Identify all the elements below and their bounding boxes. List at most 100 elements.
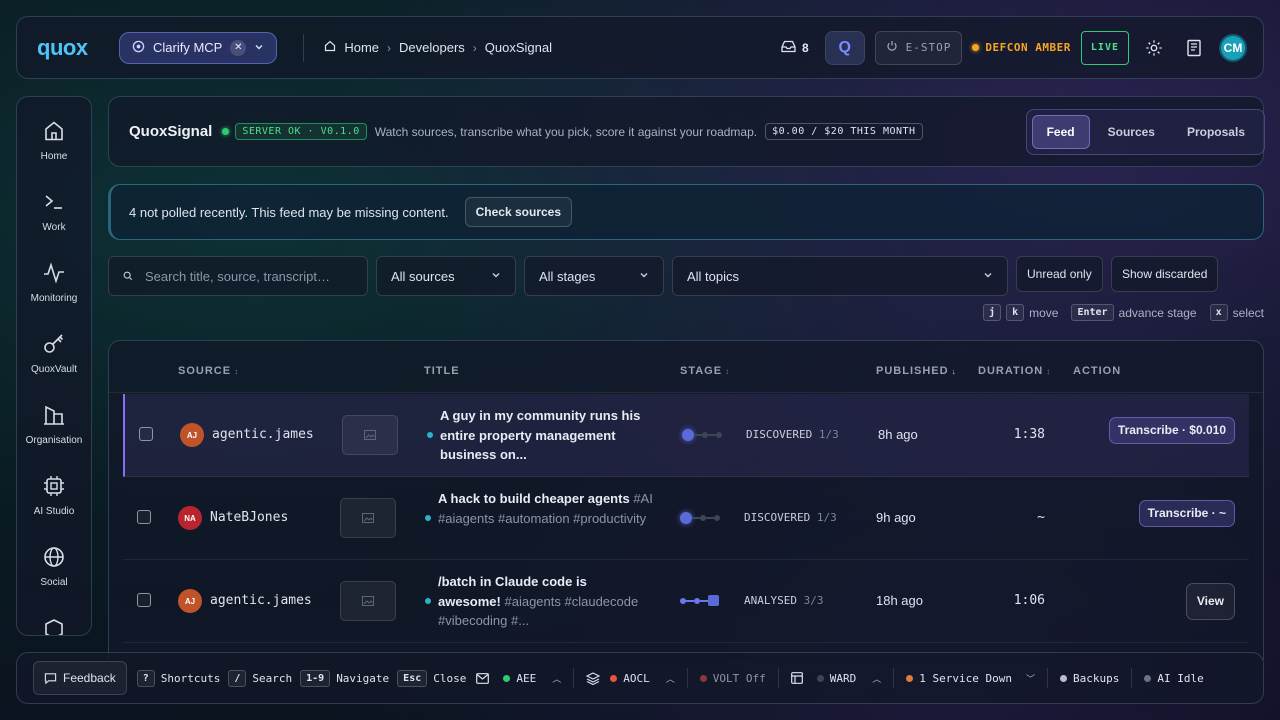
top-bar: quox Clarify MCP ✕ Home › Developers › Q… [16,16,1264,79]
docs-button[interactable] [1179,33,1209,63]
breadcrumb-quoxsignal[interactable]: QuoxSignal [485,40,552,55]
hint-label: select [1232,305,1264,320]
tab-feed[interactable]: Feed [1031,114,1090,149]
check-sources-button[interactable]: Check sources [464,197,573,227]
source-avatar: NA [178,506,202,530]
tab-proposals[interactable]: Proposals [1173,115,1259,149]
quox-assistant-button[interactable]: Q [824,30,865,65]
panel-icon [790,672,803,684]
row-checkbox[interactable] [137,510,151,524]
source-name[interactable]: agentic.james [210,593,312,608]
view-button[interactable]: View [1185,583,1235,620]
service-status[interactable]: 1 Service Down ﹀ [906,672,1035,685]
column-duration[interactable]: DURATION ↕ [978,365,1051,377]
mcp-label: Clarify MCP [153,40,223,55]
backups-status[interactable]: Backups [1060,672,1119,685]
chevron-down-icon [491,270,501,283]
alert-message: 4 not polled recently. This feed may be … [129,204,449,220]
shortcuts-hint[interactable]: ? Shortcuts [136,669,220,687]
feedback-button[interactable]: Feedback [33,661,127,695]
volt-status[interactable]: VOLT Off [699,672,766,685]
page-header: QuoxSignal SERVER OK · V0.1.0 Watch sour… [108,96,1265,167]
column-published[interactable]: PUBLISHED ↓ [876,365,957,377]
aee-status[interactable]: AEE ︿ [476,672,561,685]
image-icon [362,596,374,606]
stage-progress [680,595,719,606]
sidebar-item-organisation[interactable]: Organisation [17,403,91,474]
unread-only-toggle[interactable]: Unread only [1016,256,1103,292]
ai-status[interactable]: AI Idle [1144,672,1204,685]
home-icon [45,121,63,141]
item-title[interactable]: /batch in Claude code is awesome! #aiage… [438,572,653,631]
tab-sources[interactable]: Sources [1094,115,1169,149]
status-dot [222,128,230,135]
published-time: 9h ago [876,510,916,525]
avatar[interactable]: CM [1219,33,1247,62]
table-row[interactable]: AJ agentic.james A guy in my community r… [123,394,1249,477]
item-title[interactable]: A hack to build cheaper agents #AI #aiag… [438,489,653,528]
sidebar-item-quoxvault[interactable]: QuoxVault [17,332,91,403]
row-checkbox[interactable] [137,593,151,607]
estop-button[interactable]: E-STOP [874,30,963,65]
defcon-status[interactable]: DEFCON AMBER [972,41,1070,54]
sidebar-item-social[interactable]: Social [17,545,91,616]
topics-select[interactable]: All topics [672,256,1008,296]
source-name[interactable]: NateBJones [210,510,288,525]
box-icon [45,619,63,635]
page-description: Watch sources, transcribe what you pick,… [374,124,758,139]
transcribe-button[interactable]: Transcribe · ~ [1138,500,1235,527]
ward-status[interactable]: WARD ︿ [790,672,881,685]
column-stage[interactable]: STAGE ↕ [680,365,730,377]
chip-icon [44,476,64,496]
row-checkbox[interactable] [139,427,153,441]
terminal-icon [45,195,62,209]
breadcrumb-developers[interactable]: Developers [399,40,465,55]
thumbnail [342,415,398,455]
sidebar-item-home[interactable]: Home [17,119,91,190]
chevron-right-icon: › [387,40,392,55]
search-hint[interactable]: / Search [228,669,292,687]
search-field[interactable] [108,256,368,296]
sidebar-item-monitoring[interactable]: Monitoring [17,261,91,332]
stage-progress [682,429,722,441]
table-row[interactable]: AJ agentic.james /batch in Claude code i… [123,560,1249,643]
column-source[interactable]: SOURCE ↕ [178,365,239,377]
search-icon [123,269,133,284]
source-avatar: AJ [180,423,204,447]
sidebar-item-label: QuoxVault [31,364,77,375]
logo[interactable]: quox [37,35,119,61]
sidebar-item-ai-studio[interactable]: AI Studio [17,474,91,545]
sources-select[interactable]: All sources [376,256,516,296]
transcribe-button[interactable]: Transcribe · $0.010 [1108,417,1235,444]
book-icon [1187,39,1201,56]
clear-mcp-icon[interactable]: ✕ [230,39,247,56]
sidebar-item-label: Social [40,577,68,588]
stages-select[interactable]: All stages [524,256,664,296]
search-input[interactable] [145,268,345,284]
sidebar-item-label: AI Studio [33,506,75,517]
item-title[interactable]: A guy in my community runs his entire pr… [440,406,655,465]
stage-label: DISCOVERED 1/3 [746,428,839,441]
inbox-button[interactable]: 8 [775,40,815,56]
show-discarded-toggle[interactable]: Show discarded [1111,256,1219,292]
globe-icon [44,547,64,567]
chevron-down-icon [254,40,264,55]
table-row[interactable]: NA NateBJones A hack to build cheaper ag… [123,477,1249,560]
live-badge[interactable]: LIVE [1080,30,1129,65]
mcp-selector[interactable]: Clarify MCP ✕ [119,31,278,64]
breadcrumb-home[interactable]: Home [344,40,379,55]
status-dot [972,44,980,51]
target-icon [132,40,145,56]
sidebar-item-work[interactable]: Work [17,190,91,261]
sidebar-item-more[interactable] [17,616,91,635]
status-dot [699,674,707,682]
stages-select-value: All stages [539,268,596,284]
table-header: SOURCE ↕ TITLE STAGE ↕ PUBLISHED ↓ DURATION… [109,341,1263,393]
settings-button[interactable] [1139,33,1169,63]
image-icon [362,513,374,523]
navigate-hint: 1-9 Navigate [300,669,389,687]
aocl-status[interactable]: AOCL ︿ [586,672,675,685]
mail-icon [476,672,490,684]
chevron-up-icon: ︿ [665,674,675,685]
source-name[interactable]: agentic.james [212,427,314,442]
